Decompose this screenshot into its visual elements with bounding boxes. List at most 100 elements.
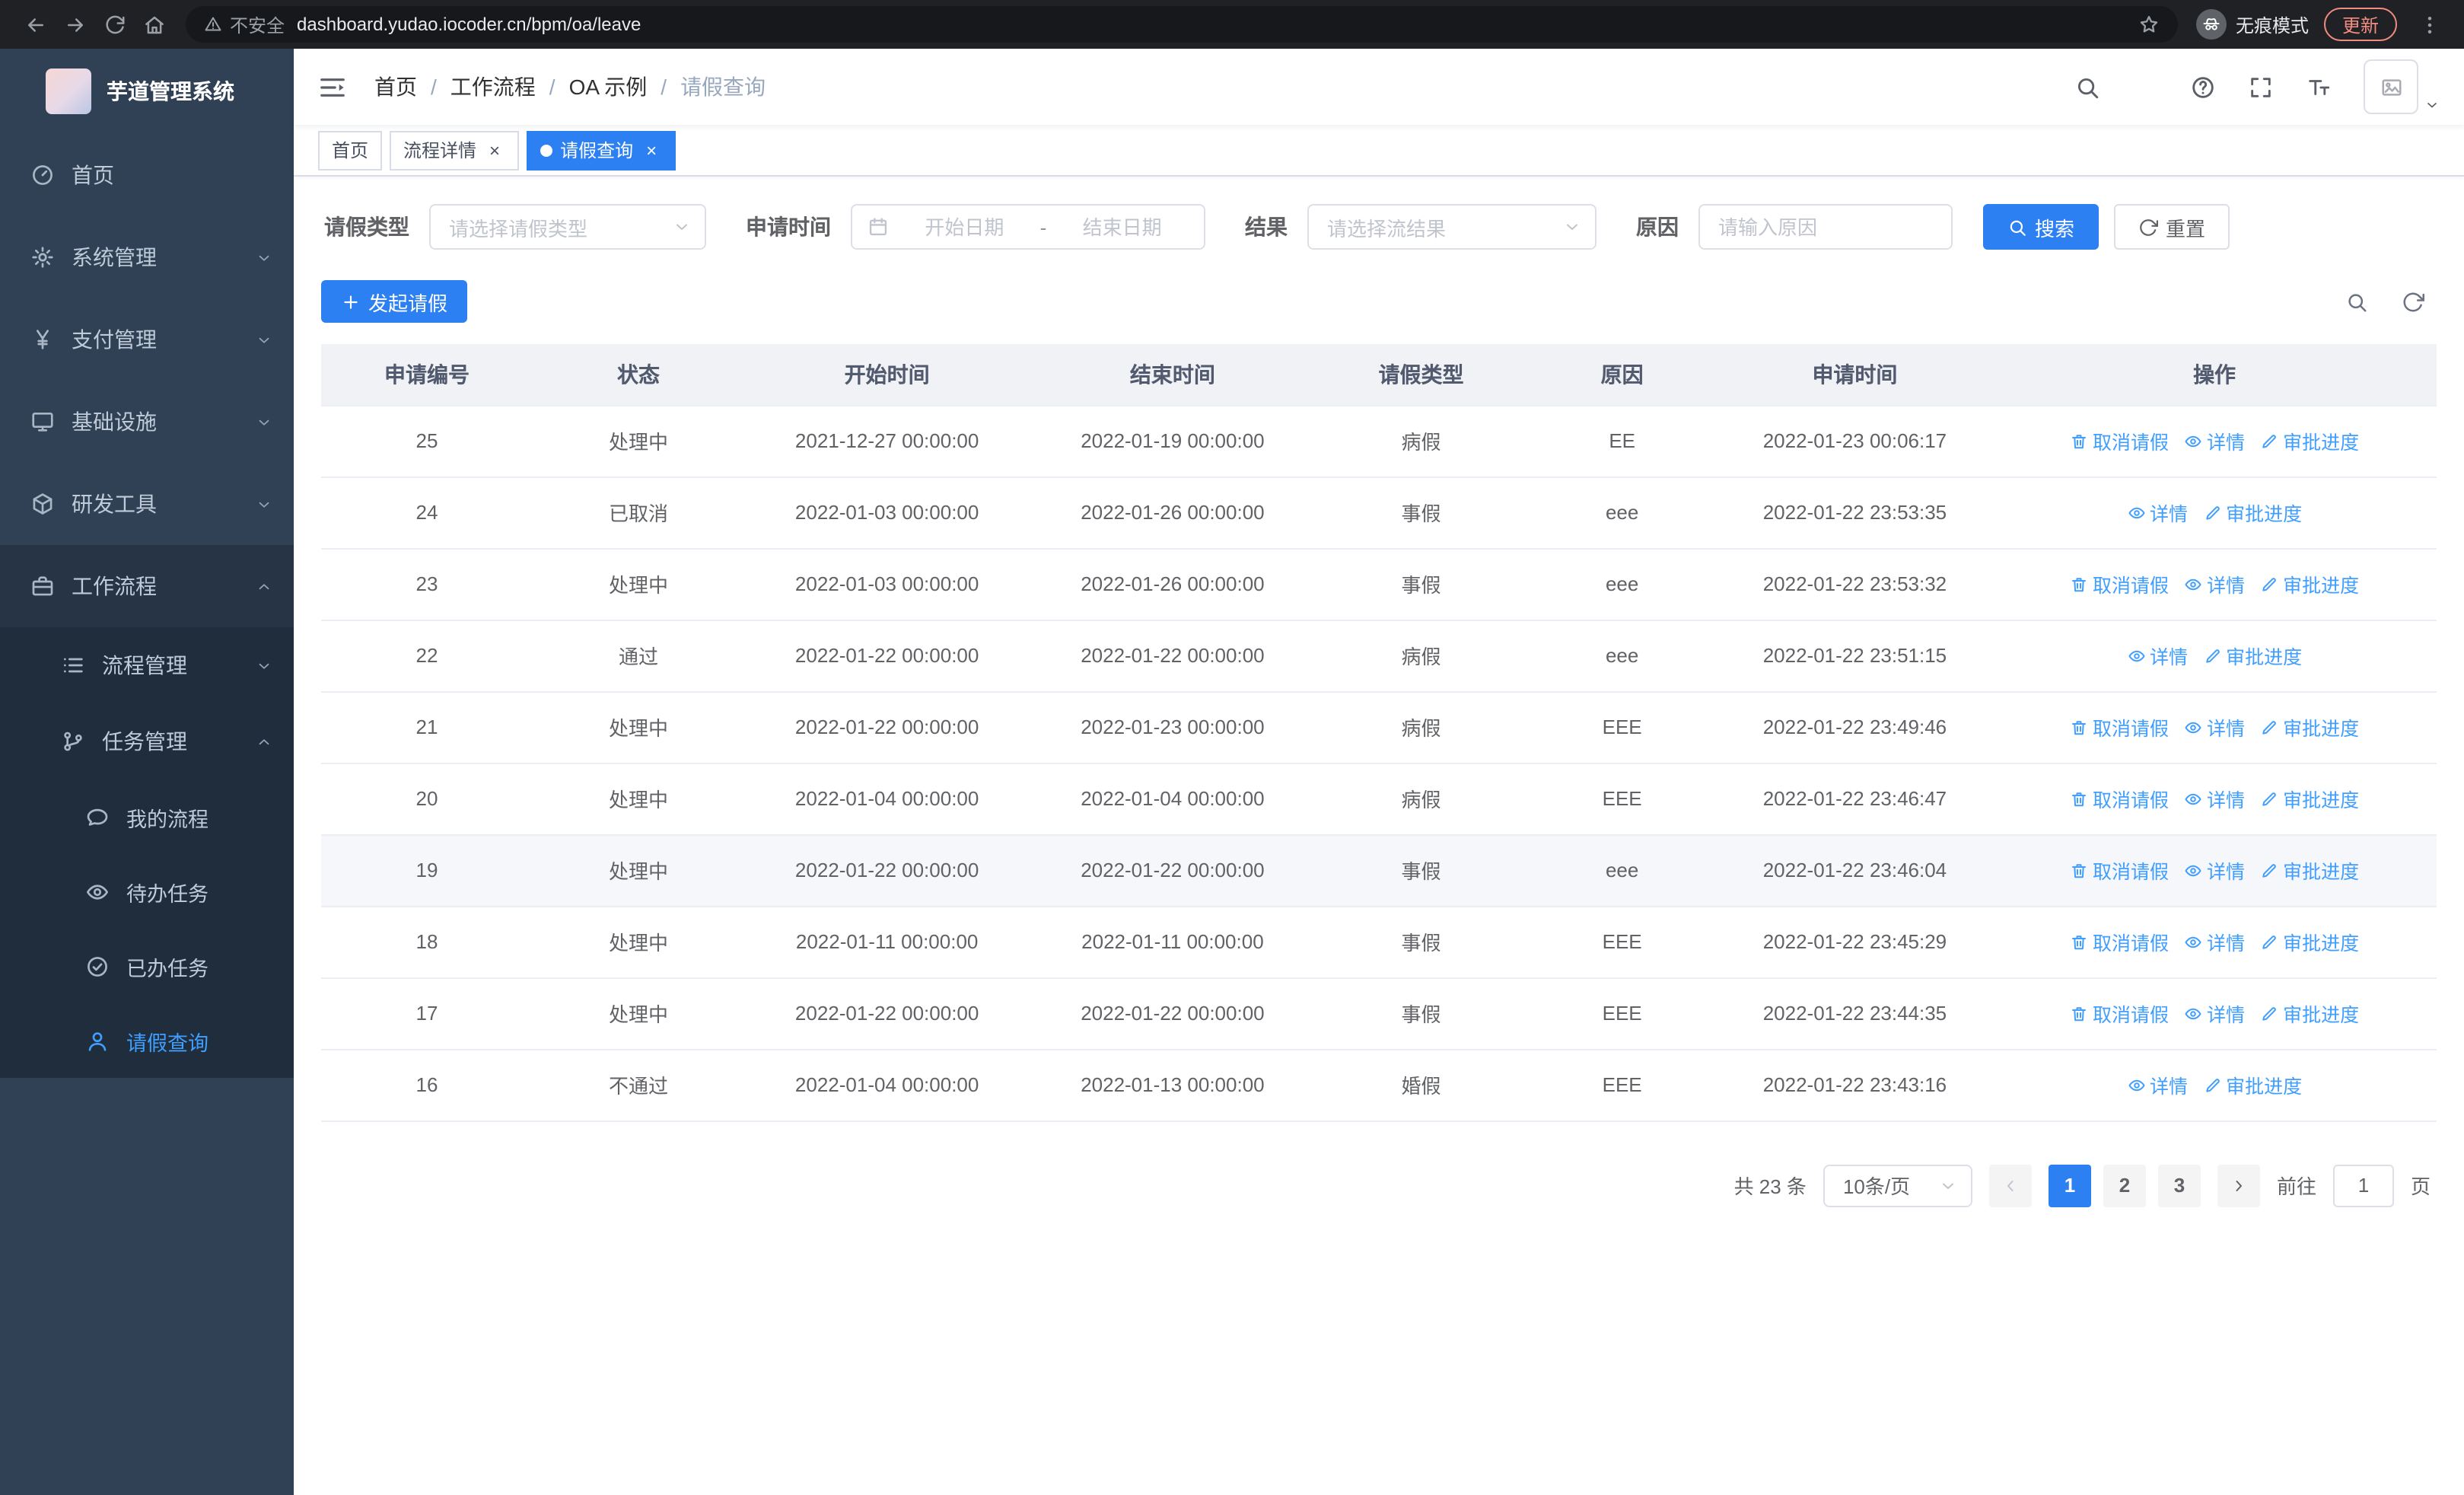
apply-time-range-picker[interactable]: - <box>851 204 1205 250</box>
tab-流程详情[interactable]: 流程详情 × <box>390 130 520 170</box>
approval-progress-action[interactable]: 审批进度 <box>2260 999 2359 1028</box>
detail-action[interactable]: 详情 <box>2127 498 2188 527</box>
end-date-input[interactable] <box>1055 215 1189 238</box>
sidebar-item-研发工具[interactable]: 研发工具 <box>0 463 294 545</box>
detail-action[interactable]: 详情 <box>2184 927 2245 956</box>
table-row[interactable]: 17 处理中 2022-01-22 00:00:00 2022-01-22 00:00… <box>321 977 2437 1050</box>
browser-update-button[interactable]: 更新 <box>2323 8 2397 41</box>
sidebar-item-支付管理[interactable]: 支付管理 <box>0 298 294 381</box>
breadcrumb-item[interactable]: OA 示例 <box>569 72 648 102</box>
avatar-dropdown-caret[interactable] <box>2424 97 2440 113</box>
table-row[interactable]: 25 处理中 2021-12-27 00:00:00 2022-01-19 00:00… <box>321 405 2437 477</box>
toggle-search-icon[interactable] <box>2345 290 2368 313</box>
sidebar-toggle[interactable] <box>318 72 347 101</box>
reload-button[interactable] <box>94 5 134 44</box>
sidebar-item-系统管理[interactable]: 系统管理 <box>0 216 294 298</box>
forward-button[interactable] <box>55 5 94 44</box>
breadcrumb-item[interactable]: 工作流程 <box>450 72 536 102</box>
avatar[interactable] <box>2364 59 2418 114</box>
search-button[interactable]: 搜索 <box>1983 204 2099 250</box>
cancel-leave-action[interactable]: 取消请假 <box>2070 927 2169 956</box>
reset-button[interactable]: 重置 <box>2114 204 2230 250</box>
cell: 2022-01-23 00:00:00 <box>1030 691 1316 763</box>
create-leave-button[interactable]: 发起请假 <box>321 280 468 323</box>
help-icon[interactable] <box>2190 74 2216 100</box>
approval-progress-action[interactable]: 审批进度 <box>2203 1070 2302 1099</box>
table-row[interactable]: 18 处理中 2022-01-11 00:00:00 2022-01-11 00:00… <box>321 906 2437 978</box>
approval-progress-action[interactable]: 审批进度 <box>2260 927 2359 956</box>
fullscreen-icon[interactable] <box>2248 74 2274 100</box>
table-row[interactable]: 24 已取消 2022-01-03 00:00:00 2022-01-26 00:00… <box>321 477 2437 549</box>
sidebar-item-任务管理[interactable]: 任务管理 <box>0 703 294 779</box>
sidebar-item-我的流程[interactable]: 我的流程 <box>0 779 294 854</box>
sidebar-item-首页[interactable]: 首页 <box>0 134 294 216</box>
table-row[interactable]: 22 通过 2022-01-22 00:00:00 2022-01-22 00:00:… <box>321 620 2437 692</box>
reason-input[interactable] <box>1718 215 1933 238</box>
bookmark-star-icon[interactable] <box>2138 14 2160 35</box>
font-size-icon[interactable] <box>2306 74 2332 100</box>
security-indicator[interactable]: 不安全 <box>204 11 285 37</box>
approval-progress-action[interactable]: 审批进度 <box>2260 426 2359 455</box>
cancel-leave-action[interactable]: 取消请假 <box>2070 712 2169 741</box>
table-row[interactable]: 23 处理中 2022-01-03 00:00:00 2022-01-26 00:00… <box>321 548 2437 620</box>
github-icon[interactable] <box>2132 74 2158 100</box>
screen: 不安全 dashboard.yudao.iocoder.cn/bpm/oa/le… <box>0 0 2464 1495</box>
approval-progress-action[interactable]: 审批进度 <box>2260 856 2359 885</box>
detail-action[interactable]: 详情 <box>2184 712 2245 741</box>
approval-progress-action[interactable]: 审批进度 <box>2260 784 2359 813</box>
refresh-table-icon[interactable] <box>2402 290 2424 313</box>
cancel-leave-action[interactable]: 取消请假 <box>2070 856 2169 885</box>
leave-type-select[interactable]: 请选择请假类型 <box>429 204 706 250</box>
header-search-icon[interactable] <box>2074 74 2100 100</box>
start-date-input[interactable] <box>898 215 1031 238</box>
approval-progress-action[interactable]: 审批进度 <box>2260 569 2359 598</box>
goto-page-input[interactable] <box>2332 1164 2394 1207</box>
approval-progress-action[interactable]: 审批进度 <box>2203 641 2302 670</box>
detail-action[interactable]: 详情 <box>2184 999 2245 1028</box>
cancel-leave-action[interactable]: 取消请假 <box>2070 784 2169 813</box>
cancel-leave-action[interactable]: 取消请假 <box>2070 569 2169 598</box>
close-icon[interactable]: × <box>484 139 505 161</box>
pen-icon <box>2260 932 2278 951</box>
close-icon[interactable]: × <box>641 139 662 161</box>
sidebar-item-工作流程[interactable]: 工作流程 <box>0 545 294 627</box>
back-button[interactable] <box>15 5 55 44</box>
sidebar-item-待办任务[interactable]: 待办任务 <box>0 854 294 929</box>
page-size-select[interactable]: 10条/页 <box>1823 1164 1972 1207</box>
detail-action[interactable]: 详情 <box>2184 569 2245 598</box>
sidebar-item-流程管理[interactable]: 流程管理 <box>0 627 294 703</box>
detail-action[interactable]: 详情 <box>2127 641 2188 670</box>
approval-progress-action[interactable]: 审批进度 <box>2260 712 2359 741</box>
detail-action[interactable]: 详情 <box>2127 1070 2188 1099</box>
tab-首页[interactable]: 首页 <box>318 130 383 170</box>
table-row[interactable]: 21 处理中 2022-01-22 00:00:00 2022-01-23 00:00… <box>321 691 2437 763</box>
browser-menu-button[interactable] <box>2409 5 2449 44</box>
table-row[interactable]: 20 处理中 2022-01-04 00:00:00 2022-01-04 00:00… <box>321 763 2437 835</box>
next-page-button[interactable] <box>2217 1164 2260 1207</box>
sidebar-item-请假查询[interactable]: 请假查询 <box>0 1003 294 1078</box>
page-1[interactable]: 1 <box>2048 1164 2091 1207</box>
page-2[interactable]: 2 <box>2103 1164 2146 1207</box>
total-count: 共 23 条 <box>1733 1175 1807 1198</box>
cancel-leave-action[interactable]: 取消请假 <box>2070 999 2169 1028</box>
prev-page-button[interactable] <box>1988 1164 2032 1207</box>
table-row[interactable]: 16 不通过 2022-01-04 00:00:00 2022-01-13 00:00… <box>321 1049 2437 1121</box>
detail-action[interactable]: 详情 <box>2184 784 2245 813</box>
detail-action[interactable]: 详情 <box>2184 856 2245 885</box>
chevron-down-icon <box>1939 1176 1957 1194</box>
address-bar[interactable]: 不安全 dashboard.yudao.iocoder.cn/bpm/oa/le… <box>186 6 2178 43</box>
leave-type-label: 请假类型 <box>324 215 409 239</box>
tab-请假查询[interactable]: 请假查询 × <box>527 130 676 170</box>
sidebar-item-已办任务[interactable]: 已办任务 <box>0 929 294 1003</box>
detail-action[interactable]: 详情 <box>2184 426 2245 455</box>
dots-vertical-icon <box>2418 13 2440 36</box>
cancel-leave-action[interactable]: 取消请假 <box>2070 426 2169 455</box>
home-button[interactable] <box>134 5 173 44</box>
sidebar-logo-row[interactable]: 芋道管理系统 <box>0 49 294 134</box>
approval-progress-action[interactable]: 审批进度 <box>2203 498 2302 527</box>
result-select[interactable]: 请选择流结果 <box>1307 204 1597 250</box>
table-row[interactable]: 19 处理中 2022-01-22 00:00:00 2022-01-22 00:00… <box>321 834 2437 907</box>
page-3[interactable]: 3 <box>2157 1164 2201 1207</box>
sidebar-item-基础设施[interactable]: 基础设施 <box>0 381 294 463</box>
breadcrumb-item[interactable]: 首页 <box>374 72 417 102</box>
